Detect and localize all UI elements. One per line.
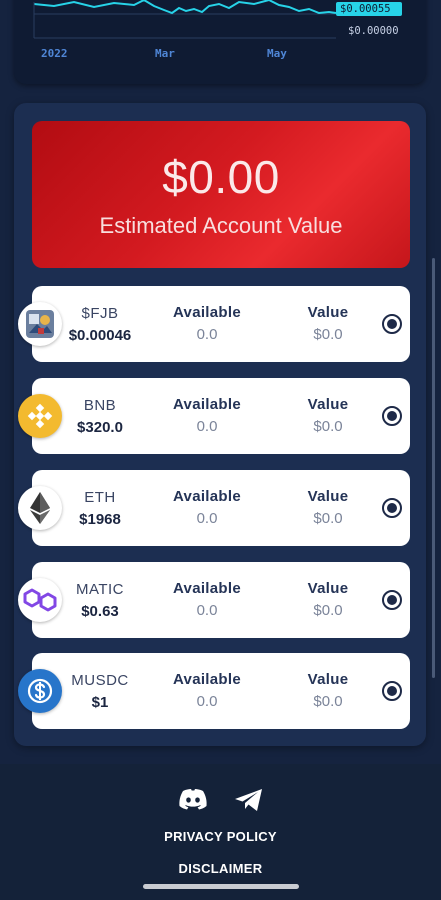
token-symbol: BNB	[83, 397, 117, 414]
scrollbar[interactable]	[432, 258, 435, 678]
token-available-col: Available 0.0	[162, 304, 252, 343]
price-line	[33, 0, 337, 15]
token-select-radio[interactable]	[382, 590, 402, 610]
bnb-icon	[18, 394, 62, 438]
available-amount: 0.0	[196, 510, 218, 527]
token-select-radio[interactable]	[382, 498, 402, 518]
token-row-matic[interactable]: MATIC $0.63 Available 0.0 Value $0.0	[18, 562, 410, 638]
value-amount: $0.0	[313, 602, 343, 619]
value-amount: $0.0	[313, 693, 343, 710]
token-available-col: Available 0.0	[162, 488, 252, 527]
value-amount: $0.0	[313, 510, 343, 527]
radio-dot	[387, 503, 397, 513]
token-row-fjb[interactable]: $FJB $0.00046 Available 0.0 Value $0.0	[18, 286, 410, 362]
token-value-col: Value $0.0	[284, 488, 372, 527]
token-price: $0.63	[81, 603, 119, 620]
home-indicator[interactable]	[143, 884, 299, 889]
available-amount: 0.0	[196, 326, 218, 343]
token-available-col: Available 0.0	[162, 671, 252, 710]
fjb-logo-icon	[18, 302, 62, 346]
available-header: Available	[172, 671, 241, 688]
token-select-radio[interactable]	[382, 681, 402, 701]
usdc-icon	[18, 669, 62, 713]
x-axis-label: 2022	[41, 47, 68, 60]
token-name-col: BNB $320.0	[60, 397, 140, 436]
value-amount: $0.0	[313, 326, 343, 343]
discord-icon[interactable]	[178, 788, 208, 815]
token-value-col: Value $0.0	[284, 671, 372, 710]
value-amount: $0.0	[313, 418, 343, 435]
token-name-col: MATIC $0.63	[60, 581, 140, 620]
token-row-eth[interactable]: ETH $1968 Available 0.0 Value $0.0	[18, 470, 410, 546]
x-axis-label: May	[267, 47, 287, 60]
token-price: $320.0	[77, 419, 123, 436]
account-value: $0.00	[162, 151, 280, 203]
radio-dot	[387, 319, 397, 329]
account-value-label: Estimated Account Value	[99, 213, 343, 238]
token-symbol: MUSDC	[71, 672, 129, 689]
value-header: Value	[307, 488, 349, 505]
price-chart-card: $0.00055 $0.00000 2022 Mar May	[14, 0, 426, 84]
available-header: Available	[172, 488, 241, 505]
radio-dot	[387, 595, 397, 605]
value-header: Value	[307, 671, 349, 688]
available-header: Available	[172, 396, 241, 413]
token-price: $1	[91, 694, 109, 711]
radio-dot	[387, 686, 397, 696]
matic-icon	[18, 578, 62, 622]
token-price: $0.00046	[68, 327, 132, 344]
token-value-col: Value $0.0	[284, 580, 372, 619]
token-available-col: Available 0.0	[162, 580, 252, 619]
account-value-card: $0.00 Estimated Account Value	[32, 121, 410, 268]
token-symbol: MATIC	[75, 581, 125, 598]
token-name-col: ETH $1968	[60, 489, 140, 528]
x-axis-label: Mar	[155, 47, 175, 60]
token-name-col: $FJB $0.00046	[60, 305, 140, 344]
value-header: Value	[307, 304, 349, 321]
token-row-musdc[interactable]: MUSDC $1 Available 0.0 Value $0.0	[18, 653, 410, 729]
token-row-bnb[interactable]: BNB $320.0 Available 0.0 Value $0.0	[18, 378, 410, 454]
privacy-policy-link[interactable]: PRIVACY POLICY	[0, 829, 441, 844]
token-value-col: Value $0.0	[284, 304, 372, 343]
available-amount: 0.0	[196, 602, 218, 619]
eth-icon	[18, 486, 62, 530]
token-symbol: ETH	[84, 489, 116, 506]
token-select-radio[interactable]	[382, 314, 402, 334]
value-header: Value	[307, 396, 349, 413]
token-symbol: $FJB	[81, 305, 119, 322]
telegram-icon[interactable]	[234, 788, 264, 817]
token-select-radio[interactable]	[382, 406, 402, 426]
token-value-col: Value $0.0	[284, 396, 372, 435]
current-price-tag: $0.00055	[336, 2, 402, 16]
available-amount: 0.0	[196, 693, 218, 710]
token-available-col: Available 0.0	[162, 396, 252, 435]
disclaimer-link[interactable]: DISCLAIMER	[0, 861, 441, 876]
token-name-col: MUSDC $1	[60, 672, 140, 711]
zero-price-tag: $0.00000	[348, 25, 399, 37]
available-amount: 0.0	[196, 418, 218, 435]
available-header: Available	[172, 304, 241, 321]
radio-dot	[387, 411, 397, 421]
value-header: Value	[307, 580, 349, 597]
token-price: $1968	[79, 511, 121, 528]
available-header: Available	[172, 580, 241, 597]
